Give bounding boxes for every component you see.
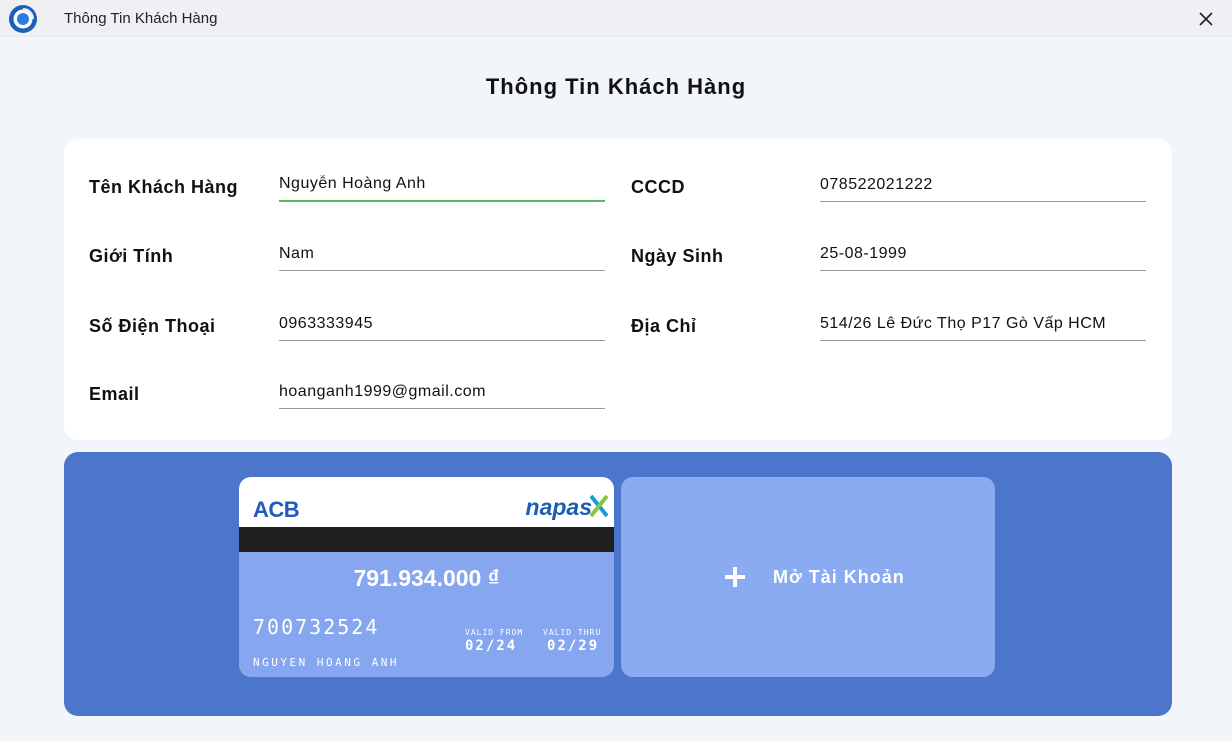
gender-label: Giới Tính (89, 246, 174, 266)
valid-from-value: 02/24 (465, 638, 518, 654)
page-title: Thông Tin Khách Hàng (485, 74, 747, 99)
open-account-button[interactable]: Mở Tài Khoản (621, 477, 995, 677)
card-balance: 791.934.000 ₫ (353, 565, 500, 591)
bank-logo: ACB (253, 497, 300, 522)
valid-thru-label: VALID THRU (543, 628, 602, 637)
phone-label: Số Điện Thoại (89, 316, 216, 336)
open-account-label: Mở Tài Khoản (773, 567, 905, 587)
card-header: ACB napas (239, 477, 614, 527)
email-field[interactable] (279, 379, 605, 409)
email-label: Email (89, 384, 140, 404)
bank-card[interactable]: ACB napas 791.934.000 ₫ 700732524 VALID … (239, 477, 614, 677)
gender-field[interactable] (279, 241, 605, 271)
window-title: Thông Tin Khách Hàng (64, 10, 218, 27)
name-label: Tên Khách Hàng (89, 177, 239, 197)
title-bar: Thông Tin Khách Hàng (0, 0, 1232, 37)
dob-field[interactable] (820, 241, 1146, 271)
dob-label: Ngày Sinh (631, 246, 724, 266)
valid-thru-value: 02/29 (547, 638, 600, 654)
cccd-label: CCCD (631, 177, 685, 197)
name-field[interactable] (279, 172, 605, 202)
card-holder-name: NGUYEN HOANG ANH (253, 656, 399, 669)
close-icon[interactable] (1194, 7, 1218, 31)
magnetic-stripe (239, 527, 614, 552)
customer-info-panel: Tên Khách Hàng CCCD Giới Tính Ngày Sinh … (64, 139, 1172, 440)
valid-from-label: VALID FROM (465, 628, 524, 637)
address-field[interactable] (820, 311, 1146, 341)
card-number: 700732524 (253, 615, 380, 639)
phone-field[interactable] (279, 311, 605, 341)
network-logo: napas (525, 494, 592, 520)
napas-x-icon (590, 495, 608, 517)
app-logo-icon (9, 5, 37, 33)
address-label: Địa Chỉ (631, 316, 697, 336)
cccd-field[interactable] (820, 172, 1146, 202)
accounts-panel: ACB napas 791.934.000 ₫ 700732524 VALID … (64, 452, 1172, 716)
plus-icon (725, 567, 745, 587)
